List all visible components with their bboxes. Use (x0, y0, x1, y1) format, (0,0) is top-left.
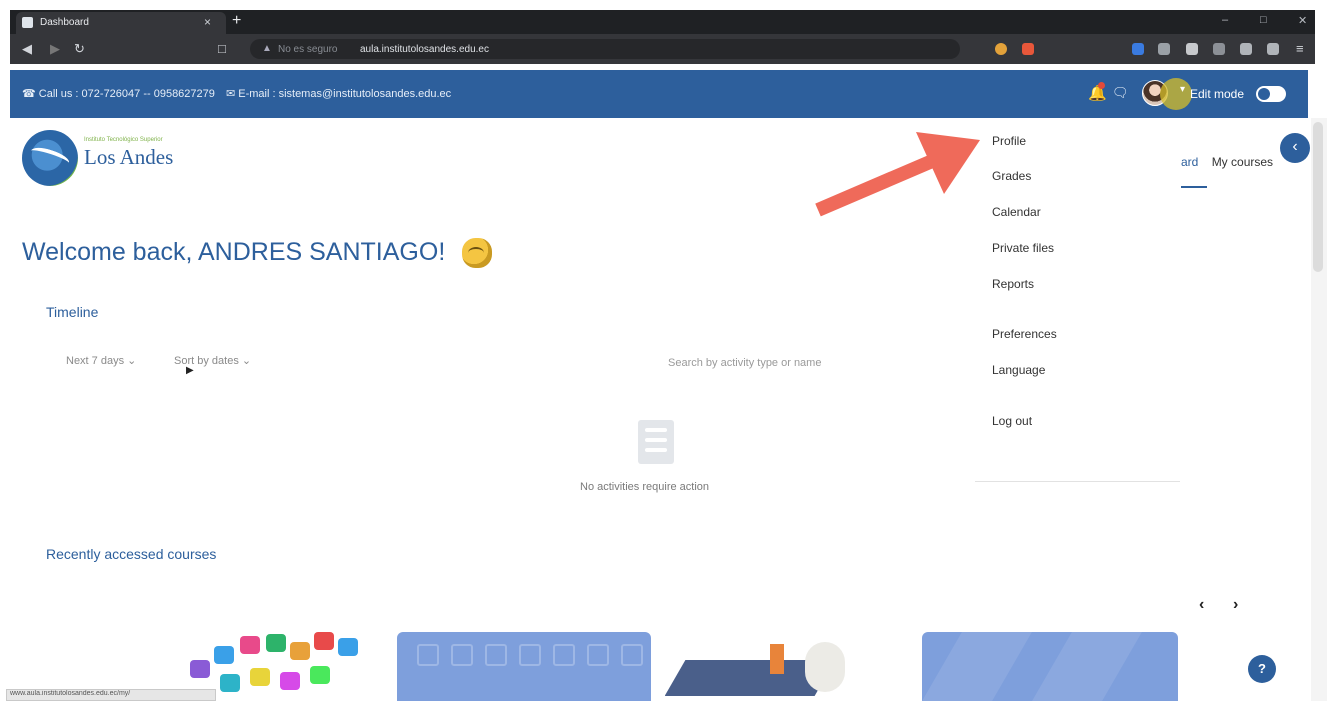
menu-item-preferences[interactable]: Preferences (992, 327, 1057, 341)
logo-name[interactable]: Los Andes (84, 145, 173, 170)
help-button[interactable]: ? (1248, 655, 1276, 683)
empty-list-icon (638, 420, 674, 464)
nav-active-underline (1181, 186, 1207, 188)
menu-item-log-out[interactable]: Log out (992, 414, 1032, 428)
course-card[interactable] (922, 632, 1178, 701)
contact-info: ☎ Call us : 072-726047 -- 0958627279 ✉ E… (22, 87, 451, 100)
phone-label: ☎ Call us : 072-726047 -- 0958627279 (22, 88, 215, 100)
browser-tab-strip: Dashboard × + – □ ✕ (10, 10, 1315, 34)
tab-close-icon[interactable]: × (204, 15, 211, 29)
email-label: ✉ E-mail : sistemas@institutolosandes.ed… (225, 88, 452, 100)
tab-favicon-icon (22, 17, 33, 28)
waving-hand-detail (468, 247, 484, 259)
browser-status-url: www.aula.institutolosandes.edu.ec/my/ (6, 689, 216, 701)
brave-shield-icon[interactable] (995, 43, 1007, 55)
menu-item-calendar[interactable]: Calendar (992, 205, 1041, 219)
user-menu-dropdown: Profile Grades Calendar Private files Re… (975, 122, 1180, 482)
nav-my-courses[interactable]: My courses (1212, 155, 1273, 169)
messages-icon[interactable]: 🗨 (1112, 85, 1129, 101)
annotation-arrow-icon (815, 132, 980, 217)
rewards-icon[interactable] (1022, 43, 1034, 55)
logo-tagline: Instituto Tecnológico Superior (84, 137, 163, 143)
drawer-toggle-button[interactable]: ‹ (1280, 133, 1310, 163)
bookmark-icon[interactable]: □ (218, 41, 226, 56)
window-close-icon[interactable]: ✕ (1298, 14, 1307, 27)
edit-mode-toggle[interactable] (1256, 86, 1286, 102)
insecure-label: No es seguro (278, 44, 338, 55)
minimize-icon[interactable]: – (1222, 14, 1228, 26)
back-icon[interactable]: ◀ (22, 41, 32, 57)
new-tab-button[interactable]: + (232, 12, 241, 30)
empty-state-message: No activities require action (580, 481, 710, 493)
menu-item-reports[interactable]: Reports (992, 277, 1034, 291)
course-card[interactable] (665, 632, 910, 701)
reading-list-icon[interactable] (1213, 43, 1225, 55)
notifications-bell-icon[interactable]: 🔔 (1088, 82, 1107, 102)
carousel-prev-icon[interactable]: ‹ (1199, 596, 1204, 614)
warning-icon: ▲ (262, 43, 272, 54)
browser-menu-icon[interactable]: ≡ (1296, 41, 1304, 56)
site-top-bar: ☎ Call us : 072-726047 -- 0958627279 ✉ E… (10, 70, 1308, 118)
carousel-next-icon[interactable]: › (1233, 596, 1238, 614)
days-filter-dropdown[interactable]: Next 7 days ⌄ (66, 354, 136, 367)
timeline-search-input[interactable]: Search by activity type or name (668, 357, 821, 369)
primary-nav: ard My courses (1181, 155, 1273, 169)
edit-mode-label: Edit mode (1190, 87, 1245, 101)
menu-item-private-files[interactable]: Private files (992, 241, 1054, 255)
tab-title: Dashboard (40, 17, 89, 28)
url-text: aula.institutolosandes.edu.ec (360, 44, 489, 55)
menu-item-grades[interactable]: Grades (992, 169, 1031, 183)
address-bar[interactable]: ▲ No es seguro aula.institutolosandes.ed… (250, 39, 960, 59)
chevron-down-icon[interactable]: ▾ (1180, 84, 1185, 95)
notification-badge (1098, 82, 1105, 89)
extension-icon[interactable] (1132, 43, 1144, 55)
browser-tab-dashboard[interactable]: Dashboard × (16, 12, 226, 34)
page-title: Welcome back, ANDRES SANTIAGO! (22, 238, 446, 266)
puzzle-icon[interactable] (1186, 43, 1198, 55)
wallet-icon[interactable] (1267, 43, 1279, 55)
shield-extension-icon[interactable] (1158, 43, 1170, 55)
browser-toolbar: ◀ ▶ ↻ □ ▲ No es seguro aula.institutolos… (10, 34, 1315, 64)
scrollbar-thumb[interactable] (1313, 122, 1323, 272)
reload-icon[interactable]: ↻ (74, 41, 85, 57)
sidebar-icon[interactable] (1240, 43, 1252, 55)
menu-item-language[interactable]: Language (992, 363, 1045, 377)
forward-icon[interactable]: ▶ (50, 41, 60, 57)
maximize-icon[interactable]: □ (1260, 14, 1267, 26)
timeline-title: Timeline (46, 304, 99, 320)
toggle-knob (1258, 88, 1270, 100)
nav-dashboard[interactable]: ard (1181, 155, 1198, 169)
course-card[interactable] (397, 632, 651, 701)
submenu-arrow-icon: ▶ (186, 365, 194, 376)
menu-item-profile[interactable]: Profile (992, 134, 1026, 148)
cursor-highlight (1160, 78, 1192, 110)
recent-courses-title: Recently accessed courses (46, 546, 217, 562)
